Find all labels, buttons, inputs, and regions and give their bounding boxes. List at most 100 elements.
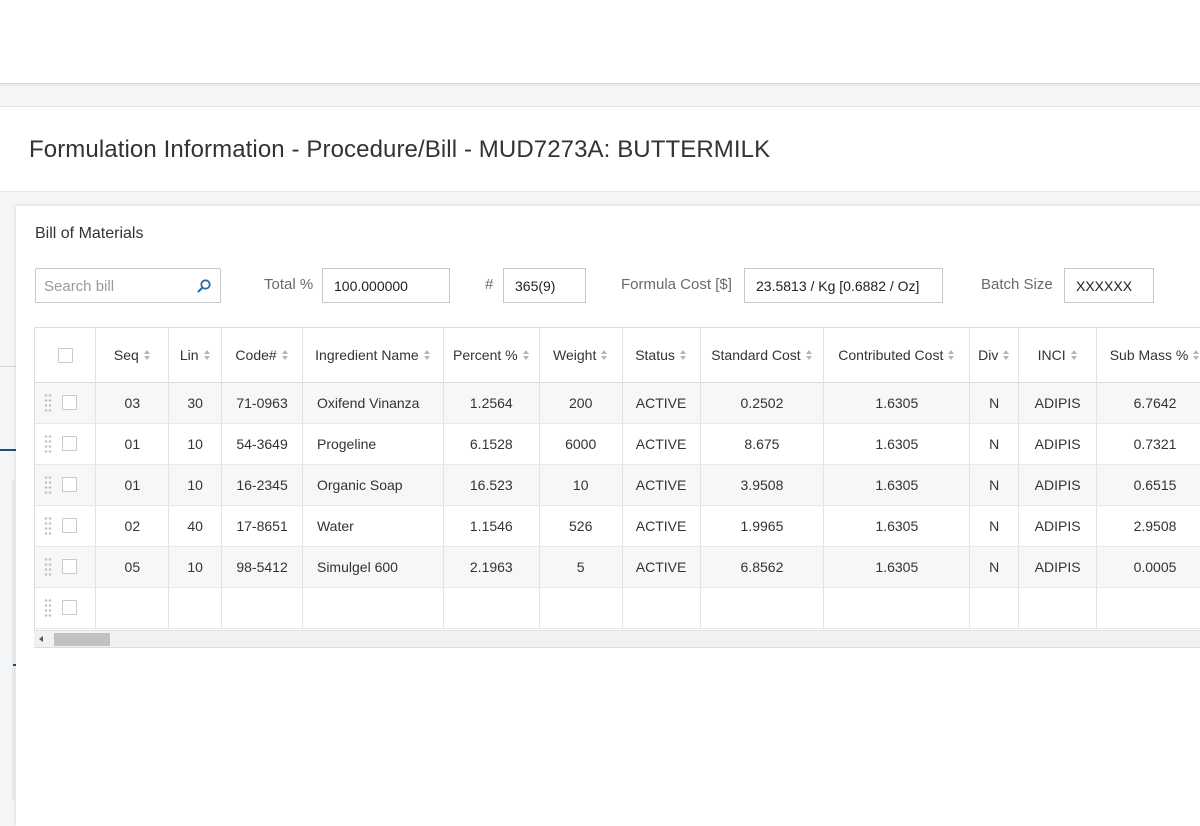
row-select-cell[interactable]: [35, 587, 97, 629]
cell-ingredient-name[interactable]: Organic Soap: [302, 464, 444, 506]
table-row[interactable]: 03 30 71-0963 Oxifend Vinanza 1.2564 200…: [35, 382, 1200, 424]
row-checkbox[interactable]: [62, 600, 77, 615]
cell-status[interactable]: ACTIVE: [622, 464, 701, 506]
row-checkbox[interactable]: [62, 559, 77, 574]
cell-percent[interactable]: 6.1528: [443, 423, 540, 465]
select-all-cell[interactable]: [35, 328, 97, 383]
cell-lin[interactable]: 10: [168, 423, 223, 465]
cell-weight[interactable]: 10: [539, 464, 623, 506]
sort-icon[interactable]: [522, 350, 530, 361]
cell-sub-mass[interactable]: 0.6515: [1096, 464, 1200, 506]
cell-seq[interactable]: 03: [95, 382, 170, 424]
cell-inci[interactable]: ADIPIS: [1018, 464, 1098, 506]
empty-cell[interactable]: [622, 587, 701, 629]
sort-icon[interactable]: [805, 350, 813, 361]
drag-handle-icon[interactable]: [44, 433, 52, 454]
batch-size-field[interactable]: XXXXXX: [1064, 268, 1154, 303]
cell-sub-mass[interactable]: 0.7321: [1096, 423, 1200, 465]
row-select-cell[interactable]: [35, 382, 97, 424]
row-select-cell[interactable]: [35, 464, 97, 506]
cell-seq[interactable]: 02: [95, 505, 170, 547]
horizontal-scrollbar[interactable]: [34, 630, 1200, 647]
empty-cell[interactable]: [1096, 587, 1200, 629]
sort-icon[interactable]: [423, 350, 431, 361]
column-header-percent[interactable]: Percent %: [443, 328, 540, 383]
column-header-inci[interactable]: INCI: [1018, 328, 1098, 383]
cell-inci[interactable]: ADIPIS: [1018, 505, 1098, 547]
cell-inci[interactable]: ADIPIS: [1018, 423, 1098, 465]
cell-percent[interactable]: 1.2564: [443, 382, 540, 424]
cell-div[interactable]: N: [969, 464, 1020, 506]
drag-handle-icon[interactable]: [44, 597, 52, 618]
drag-handle-icon[interactable]: [44, 474, 52, 495]
cell-status[interactable]: ACTIVE: [622, 546, 701, 588]
cell-div[interactable]: N: [969, 382, 1020, 424]
table-row[interactable]: 01 10 54-3649 Progeline 6.1528 6000 ACTI…: [35, 423, 1200, 465]
sort-icon[interactable]: [1070, 350, 1078, 361]
sort-icon[interactable]: [1193, 350, 1200, 361]
cell-status[interactable]: ACTIVE: [622, 423, 701, 465]
empty-cell[interactable]: [221, 587, 303, 629]
column-header-ingredient-name[interactable]: Ingredient Name: [302, 328, 444, 383]
column-header-weight[interactable]: Weight: [539, 328, 623, 383]
empty-cell[interactable]: [700, 587, 825, 629]
cell-lin[interactable]: 10: [168, 546, 223, 588]
cell-ingredient-name[interactable]: Oxifend Vinanza: [302, 382, 444, 424]
search-bill-input[interactable]: [44, 275, 194, 297]
cell-sub-mass[interactable]: 6.7642: [1096, 382, 1200, 424]
sort-icon[interactable]: [601, 350, 608, 361]
empty-cell[interactable]: [168, 587, 223, 629]
row-checkbox[interactable]: [62, 436, 77, 451]
sort-icon[interactable]: [679, 350, 687, 361]
search-icon[interactable]: [196, 278, 212, 294]
sort-icon[interactable]: [1003, 350, 1010, 361]
cell-percent[interactable]: 16.523: [443, 464, 540, 506]
cell-standard-cost[interactable]: 6.8562: [700, 546, 825, 588]
cell-standard-cost[interactable]: 1.9965: [700, 505, 825, 547]
cell-weight[interactable]: 526: [539, 505, 623, 547]
row-select-cell[interactable]: [35, 505, 97, 547]
row-checkbox[interactable]: [62, 395, 77, 410]
table-row[interactable]: 05 10 98-5412 Simulgel 600 2.1963 5 ACTI…: [35, 546, 1200, 588]
scroll-left-icon[interactable]: [39, 636, 43, 642]
empty-cell[interactable]: [443, 587, 540, 629]
row-select-cell[interactable]: [35, 423, 97, 465]
cell-ingredient-name[interactable]: Water: [302, 505, 444, 547]
column-header-contributed-cost[interactable]: Contributed Cost: [823, 328, 971, 383]
cell-code[interactable]: 17-8651: [221, 505, 303, 547]
cell-div[interactable]: N: [969, 423, 1020, 465]
select-all-checkbox[interactable]: [57, 348, 73, 364]
cell-ingredient-name[interactable]: Simulgel 600: [302, 546, 444, 588]
empty-cell[interactable]: [95, 587, 170, 629]
cell-contributed-cost[interactable]: 1.6305: [823, 423, 971, 465]
cell-code[interactable]: 54-3649: [221, 423, 303, 465]
column-header-standard-cost[interactable]: Standard Cost: [700, 328, 825, 383]
row-checkbox[interactable]: [62, 518, 77, 533]
cell-standard-cost[interactable]: 3.9508: [700, 464, 825, 506]
column-header-div[interactable]: Div: [969, 328, 1020, 383]
empty-cell[interactable]: [539, 587, 623, 629]
sort-icon[interactable]: [281, 350, 289, 361]
cell-standard-cost[interactable]: 8.675: [700, 423, 825, 465]
column-header-status[interactable]: Status: [622, 328, 701, 383]
search-bill-field[interactable]: [35, 268, 221, 303]
cell-code[interactable]: 71-0963: [221, 382, 303, 424]
drag-handle-icon[interactable]: [44, 392, 52, 413]
cell-contributed-cost[interactable]: 1.6305: [823, 546, 971, 588]
cell-div[interactable]: N: [969, 546, 1020, 588]
drag-handle-icon[interactable]: [44, 556, 52, 577]
sort-icon[interactable]: [948, 350, 955, 361]
cell-lin[interactable]: 40: [168, 505, 223, 547]
scrollbar-thumb[interactable]: [54, 633, 110, 646]
cell-div[interactable]: N: [969, 505, 1020, 547]
cell-weight[interactable]: 5: [539, 546, 623, 588]
cell-percent[interactable]: 2.1963: [443, 546, 540, 588]
table-row[interactable]: 01 10 16-2345 Organic Soap 16.523 10 ACT…: [35, 464, 1200, 506]
column-header-sub-mass[interactable]: Sub Mass %: [1096, 328, 1200, 383]
cell-contributed-cost[interactable]: 1.6305: [823, 464, 971, 506]
cell-seq[interactable]: 01: [95, 423, 170, 465]
column-header-lin[interactable]: Lin: [168, 328, 223, 383]
column-header-code[interactable]: Code#: [221, 328, 303, 383]
cell-contributed-cost[interactable]: 1.6305: [823, 505, 971, 547]
cell-code[interactable]: 98-5412: [221, 546, 303, 588]
